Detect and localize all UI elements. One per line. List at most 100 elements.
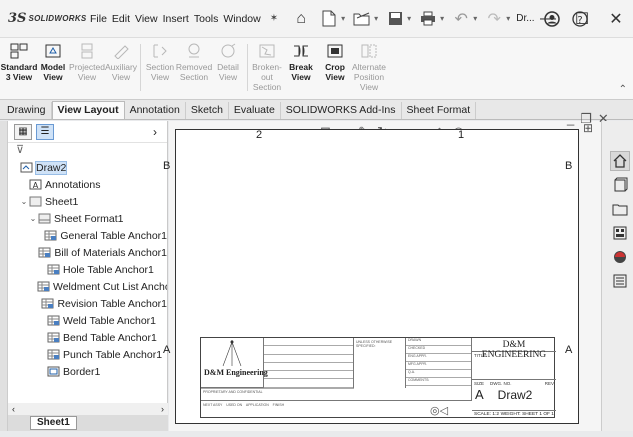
tree-item[interactable]: Hole Table Anchor1 bbox=[10, 261, 167, 278]
size-block: SIZE DWG. NO. REV A Draw2 bbox=[472, 380, 556, 410]
projected-view-button[interactable]: Projected View bbox=[69, 42, 105, 99]
panel-toolbar: ▦ ☰ › bbox=[8, 121, 167, 143]
undo-icon[interactable]: ↶ bbox=[450, 8, 472, 30]
tree-item[interactable]: General Table Anchor1 bbox=[10, 227, 167, 244]
open-icon[interactable] bbox=[351, 8, 373, 30]
company-name: D&M ENGINEERING bbox=[472, 338, 556, 360]
tab-sketch[interactable]: Sketch bbox=[186, 102, 229, 119]
menu-edit[interactable]: Edit bbox=[112, 13, 130, 25]
horizontal-scrollbar[interactable]: ‹ › bbox=[8, 403, 168, 415]
drawing-sheet[interactable]: 2 1 2 1 B A B A D&M Engineering UNLESS O… bbox=[163, 129, 579, 424]
removed-section-button[interactable]: Removed Section bbox=[176, 42, 212, 99]
model-view-button[interactable]: Model View bbox=[36, 42, 70, 99]
tab-annotation[interactable]: Annotation bbox=[125, 102, 186, 119]
redo-dropdown-icon[interactable]: ▾ bbox=[506, 14, 510, 23]
tree-item[interactable]: Bend Table Anchor1 bbox=[10, 329, 167, 346]
auxiliary-view-button[interactable]: Auxiliary View bbox=[104, 42, 138, 99]
scroll-right-icon[interactable]: › bbox=[161, 404, 164, 414]
menu-insert[interactable]: Insert bbox=[163, 13, 189, 25]
tab-view-layout[interactable]: View Layout bbox=[51, 101, 125, 119]
menu-window[interactable]: Window bbox=[223, 13, 260, 25]
panel-collapse-strip[interactable] bbox=[0, 121, 8, 431]
pin-menu-icon[interactable]: ✶ bbox=[270, 13, 278, 25]
dwg-no-label: DWG. NO. bbox=[490, 381, 512, 386]
file-explorer-icon[interactable] bbox=[610, 199, 630, 219]
undo-dropdown-icon[interactable]: ▾ bbox=[473, 14, 477, 23]
zone-right-a: A bbox=[565, 344, 573, 356]
title-block[interactable]: D&M Engineering UNLESS OTHERWISE SPECIFI… bbox=[200, 337, 556, 419]
standard-3-view-button[interactable]: Standard 3 View bbox=[0, 42, 38, 99]
ribbon-label: View bbox=[291, 72, 311, 82]
tree-item[interactable]: ⌄ Sheet Format1 bbox=[10, 210, 167, 227]
projection-symbol-icon: ◎◁ bbox=[406, 400, 472, 419]
ribbon-label: Projected bbox=[69, 62, 105, 72]
panel-expand-icon[interactable]: › bbox=[153, 125, 157, 139]
break-view-button[interactable]: Break View bbox=[284, 42, 318, 99]
ribbon-label: Standard bbox=[0, 62, 38, 72]
collapse-ribbon-icon[interactable]: ⌃ bbox=[619, 84, 627, 95]
tree-item[interactable]: Revision Table Anchor1 bbox=[10, 295, 167, 312]
approval-row: CHECKED bbox=[406, 346, 471, 354]
section-view-button[interactable]: Section View bbox=[143, 42, 177, 99]
open-dropdown-icon[interactable]: ▾ bbox=[374, 14, 378, 23]
collapse-caret-icon[interactable]: ⌄ bbox=[19, 197, 29, 206]
feature-manager-tab-icon[interactable]: ▦ bbox=[14, 123, 32, 140]
menu-file[interactable]: File bbox=[90, 13, 107, 25]
weight-label: WEIGHT: bbox=[500, 412, 521, 417]
tree-item[interactable]: Weldment Cut List Anchor1 bbox=[10, 278, 167, 295]
doc-minimize-icon[interactable]: _ bbox=[567, 111, 574, 127]
collapse-caret-icon[interactable]: ⌄ bbox=[28, 214, 38, 223]
broken-out-section-button[interactable]: Broken-out Section bbox=[250, 42, 284, 99]
new-document-icon[interactable] bbox=[318, 8, 340, 30]
tab-sheet-format[interactable]: Sheet Format bbox=[402, 102, 477, 119]
drawing-icon bbox=[20, 162, 33, 173]
tree-item-label: Bill of Materials Anchor1 bbox=[54, 246, 167, 259]
appearances-icon[interactable] bbox=[610, 247, 630, 267]
maximize-icon[interactable]: ☐ bbox=[565, 9, 599, 29]
general-table-anchor-icon bbox=[44, 230, 57, 241]
drawing-canvas[interactable]: ⌕ ⊡ ⌕ ✎ ↻ ◐ ◑ ◈ ◉ ⊞ 2 1 2 1 B A B A D bbox=[163, 121, 601, 431]
tree-item[interactable]: Weld Table Anchor1 bbox=[10, 312, 167, 329]
close-icon[interactable]: ✕ bbox=[599, 9, 633, 29]
design-library-icon[interactable] bbox=[610, 175, 630, 195]
auxiliary-view-icon bbox=[111, 42, 131, 60]
crop-view-button[interactable]: Crop View bbox=[318, 42, 352, 99]
tree-item[interactable]: Bill of Materials Anchor1 bbox=[10, 244, 167, 261]
tree-item[interactable]: Punch Table Anchor1 bbox=[10, 346, 167, 363]
filter-icon[interactable]: ⊽ bbox=[8, 143, 167, 159]
break-view-icon bbox=[291, 42, 311, 60]
new-dropdown-icon[interactable]: ▾ bbox=[341, 14, 345, 23]
model-view-icon bbox=[43, 42, 63, 60]
tree-item[interactable]: Draw2 bbox=[10, 159, 167, 176]
minimize-icon[interactable]: — bbox=[531, 10, 565, 28]
logo-text: SOLIDWORKS bbox=[28, 14, 87, 23]
approval-row: Q.A. bbox=[406, 370, 471, 378]
property-manager-tab-icon[interactable]: ☰ bbox=[36, 123, 54, 140]
alternate-position-view-button[interactable]: Alternate Position View bbox=[352, 42, 386, 99]
home-icon[interactable]: ⌂ bbox=[290, 8, 312, 30]
menu-tools[interactable]: Tools bbox=[194, 13, 219, 25]
redo-icon[interactable]: ↷ bbox=[483, 8, 505, 30]
tree-item[interactable]: A Annotations bbox=[10, 176, 167, 193]
save-icon[interactable] bbox=[384, 8, 406, 30]
tab-solidworks-add-ins[interactable]: SOLIDWORKS Add-Ins bbox=[281, 102, 402, 119]
view-palette-icon[interactable] bbox=[610, 223, 630, 243]
tab-evaluate[interactable]: Evaluate bbox=[229, 102, 281, 119]
menu-view[interactable]: View bbox=[135, 13, 158, 25]
solidworks-resources-icon[interactable] bbox=[610, 151, 630, 171]
solidworks-logo[interactable]: 3S SOLIDWORKS bbox=[8, 11, 86, 26]
doc-restore-icon[interactable]: ❐ bbox=[580, 111, 592, 127]
custom-properties-icon[interactable] bbox=[610, 271, 630, 291]
section-view-icon bbox=[150, 42, 170, 60]
approval-row: DRAWN bbox=[406, 338, 471, 346]
detail-view-button[interactable]: Detail View bbox=[211, 42, 245, 99]
tree-item[interactable]: ⌄ Sheet1 bbox=[10, 193, 167, 210]
sheet-tab[interactable]: Sheet1 bbox=[30, 416, 77, 430]
save-dropdown-icon[interactable]: ▾ bbox=[407, 14, 411, 23]
scroll-left-icon[interactable]: ‹ bbox=[12, 404, 15, 414]
feature-manager-panel: ▦ ☰ › ⊽ Draw2 A Annotations ⌄ Sheet1 ⌄ Sheet F… bbox=[8, 121, 168, 431]
tree-item[interactable]: Border1 bbox=[10, 363, 167, 380]
tab-drawing[interactable]: Drawing bbox=[2, 102, 52, 119]
print-icon[interactable] bbox=[417, 8, 439, 30]
print-dropdown-icon[interactable]: ▾ bbox=[440, 14, 444, 23]
